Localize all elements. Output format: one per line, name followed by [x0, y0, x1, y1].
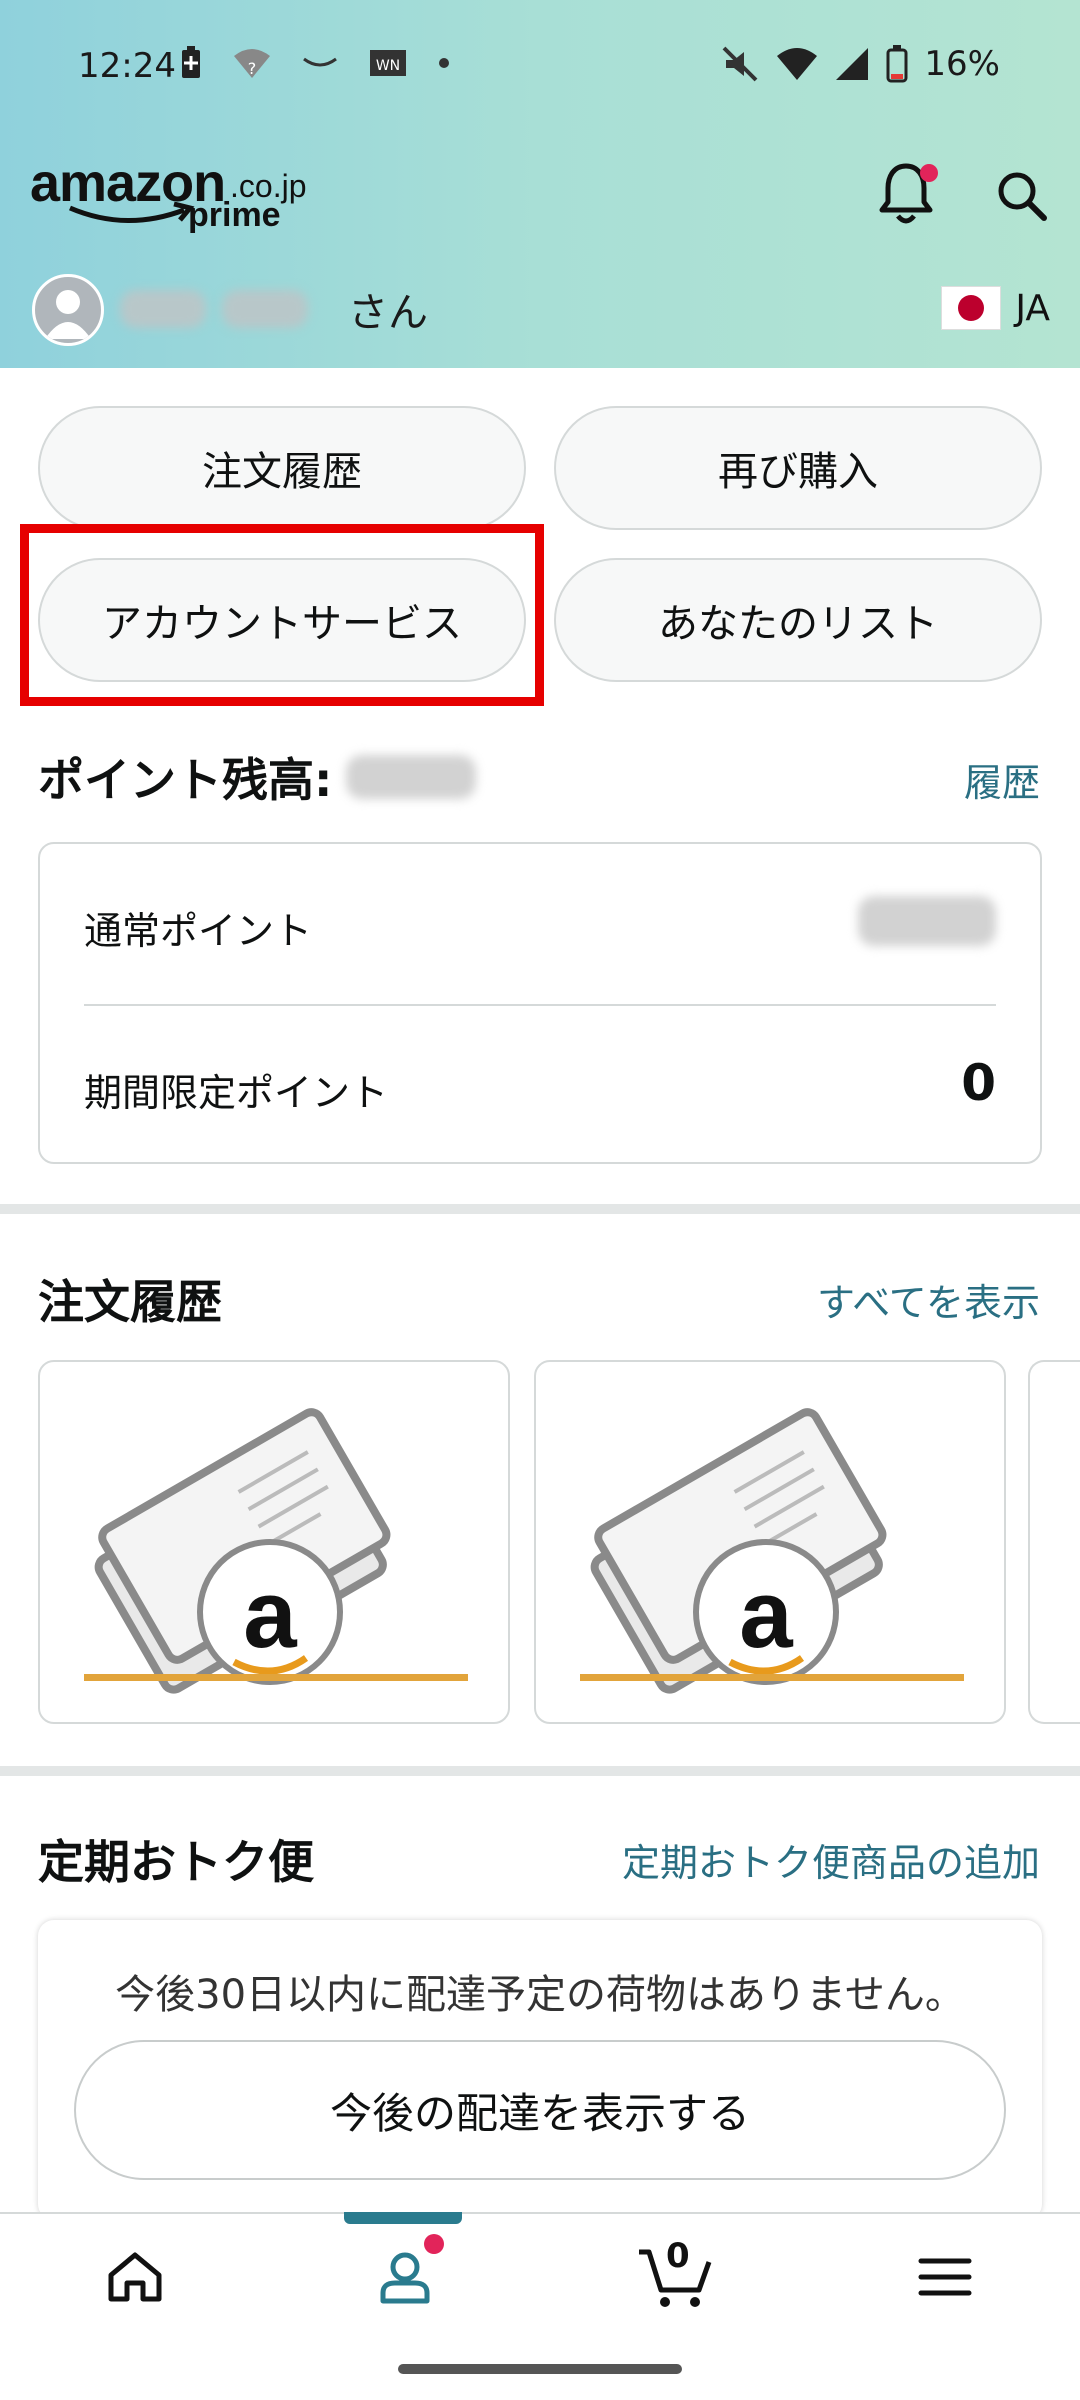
avatar[interactable]	[32, 274, 104, 346]
wifi-icon	[777, 48, 818, 80]
svg-text:WN: WN	[376, 58, 400, 74]
nav-home[interactable]	[0, 2214, 270, 2340]
your-lists-button[interactable]: あなたのリスト	[554, 558, 1042, 682]
section-divider	[0, 1204, 1080, 1214]
add-subscription-link[interactable]: 定期おトク便商品の追加	[622, 1832, 1040, 1887]
points-balance-heading: ポイント残高:	[38, 744, 477, 810]
user-greeting[interactable]: さん	[120, 280, 428, 338]
default-user-icon	[45, 290, 91, 339]
highlight-annotation-box	[20, 524, 544, 706]
battery-icon	[886, 45, 908, 83]
points-card: 通常ポイント 期間限定ポイント 0	[38, 842, 1042, 1164]
order-card-partial[interactable]	[1028, 1360, 1080, 1724]
amazon-smile-arrow-icon	[69, 202, 195, 223]
more-notifications-icon	[439, 58, 449, 68]
points-balance-label: ポイント残高:	[38, 753, 333, 807]
redacted-regular-points	[858, 896, 996, 946]
buy-again-button[interactable]: 再び購入	[554, 406, 1042, 530]
order-history-heading: 注文履歴	[38, 1275, 222, 1329]
nav-menu[interactable]	[810, 2214, 1080, 2340]
limited-points-value: 0	[961, 1054, 996, 1112]
japan-flag-icon	[941, 286, 1002, 330]
nav-account[interactable]	[270, 2214, 540, 2340]
status-left-icons: ? WN	[180, 46, 450, 80]
regular-points-label: 通常ポイント	[84, 909, 313, 953]
account-notification-badge	[424, 2234, 444, 2254]
gift-card-icon: a	[580, 1408, 964, 1694]
app-header: 12:24 ? WN 16% amazon .co.jp prime さん JA	[0, 0, 1080, 368]
battery-percentage: 16%	[924, 44, 1000, 84]
battery-saver-icon	[182, 46, 200, 78]
bottom-navigation: 0	[0, 2212, 1080, 2338]
notifications-button[interactable]	[876, 160, 940, 230]
search-button[interactable]	[992, 166, 1052, 226]
subscribe-card: 今後30日以内に配達予定の荷物はありません。 今後の配達を表示する	[38, 1920, 1042, 2220]
orders-button[interactable]: 注文履歴	[38, 406, 526, 530]
redacted-first-name	[222, 290, 308, 328]
amazon-smile-icon	[303, 57, 337, 67]
order-card[interactable]: a	[534, 1360, 1006, 1724]
section-divider	[0, 1766, 1080, 1776]
svg-text:a: a	[243, 1561, 297, 1668]
limited-points-label: 期間限定ポイント	[84, 1071, 389, 1115]
amazon-prime-logo[interactable]: amazon .co.jp prime	[30, 152, 330, 242]
status-right-icons: 16%	[720, 44, 1000, 84]
svg-text:?: ?	[248, 59, 257, 78]
no-deliveries-message: 今後30日以内に配達予定の荷物はありません。	[115, 1972, 965, 2018]
subscribe-save-heading: 定期おトク便	[38, 1835, 314, 1889]
gesture-handle[interactable]	[398, 2364, 682, 2374]
view-all-orders-link[interactable]: すべてを表示	[817, 1272, 1040, 1327]
home-icon	[108, 2252, 162, 2302]
status-time: 12:24	[78, 46, 176, 86]
search-icon	[998, 172, 1047, 221]
redacted-last-name	[120, 290, 206, 328]
cart-count: 0	[666, 2236, 690, 2276]
app-notification-icon: WN	[370, 50, 406, 76]
menu-icon	[918, 2258, 972, 2296]
gift-card-icon: a	[84, 1408, 468, 1694]
signal-icon	[836, 48, 869, 80]
points-divider	[84, 1004, 996, 1006]
order-card[interactable]: a	[38, 1360, 510, 1724]
greeting-suffix: さん	[348, 290, 428, 336]
nav-cart[interactable]: 0	[540, 2214, 810, 2340]
mute-icon	[723, 46, 758, 82]
redacted-points-balance	[346, 755, 477, 799]
svg-text:a: a	[739, 1561, 793, 1668]
language-code: JA	[1015, 287, 1050, 329]
account-icon	[380, 2252, 430, 2304]
language-selector[interactable]: JA	[941, 286, 1050, 330]
notification-badge	[920, 164, 938, 182]
points-history-link[interactable]: 履歴	[964, 752, 1040, 807]
view-upcoming-deliveries-button[interactable]: 今後の配達を表示する	[74, 2040, 1006, 2180]
wifi-question-icon: ?	[234, 49, 270, 78]
status-bar: 12:24 ? WN 16%	[0, 0, 1080, 136]
logo-prime-text: prime	[188, 196, 281, 234]
